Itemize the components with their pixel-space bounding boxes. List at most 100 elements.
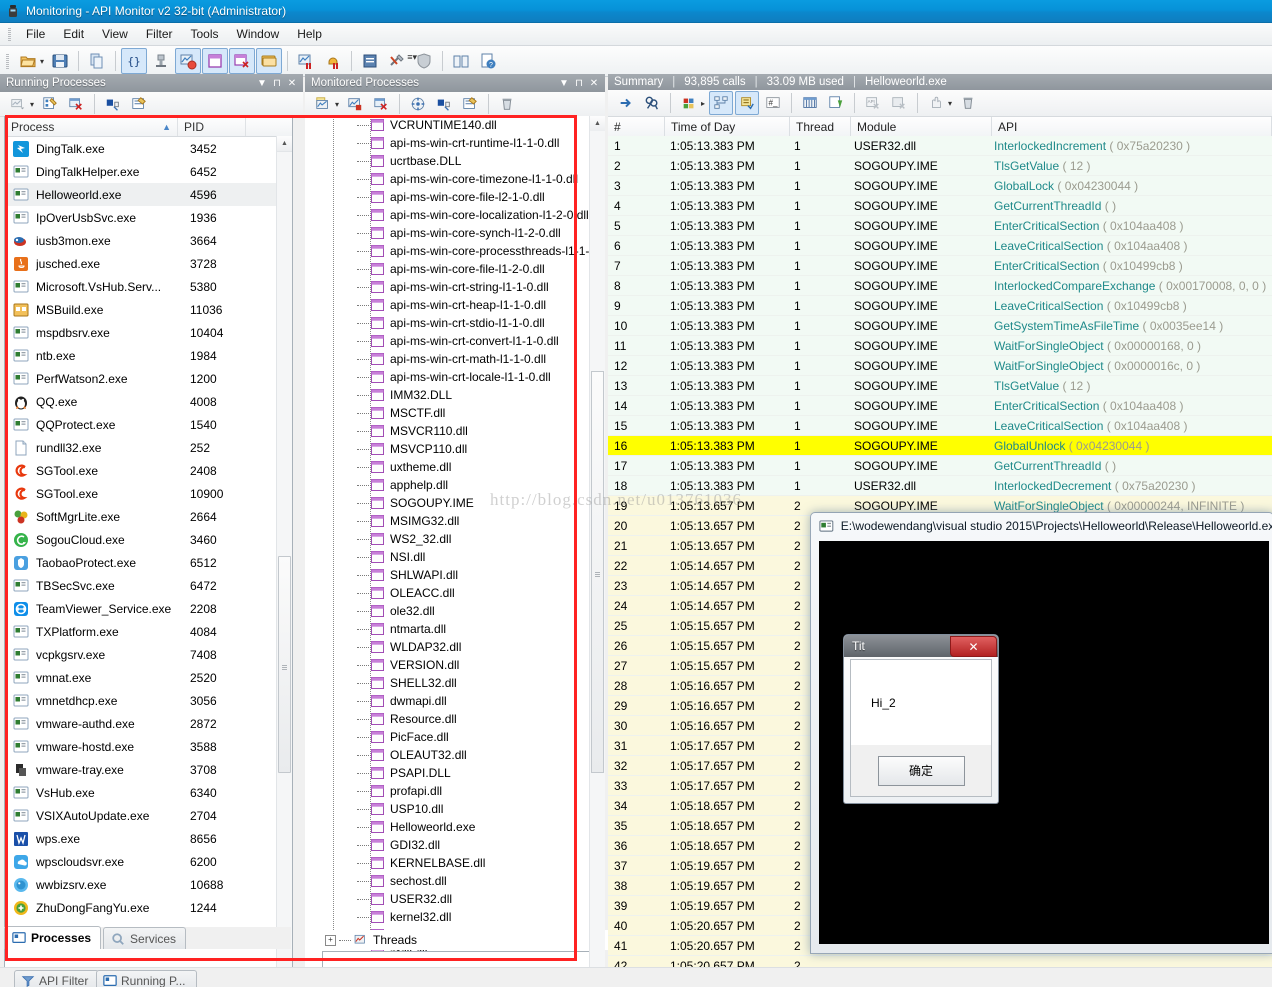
module-row[interactable]: SOGOUPY.IME: [305, 494, 590, 512]
module-row[interactable]: OLEAUT32.dll: [305, 746, 590, 764]
table-row[interactable]: 10 1:05:13.383 PM 1 SOGOUPY.IME GetSystemTim…: [608, 316, 1272, 336]
module-row[interactable]: Resource.dll: [305, 710, 590, 728]
color-icon[interactable]: [677, 91, 701, 115]
process-row[interactable]: wwbizsrv.exe 10688: [5, 873, 292, 896]
window-icon[interactable]: [202, 48, 229, 74]
module-row[interactable]: api-ms-win-core-synch-l1-2-0.dll: [305, 224, 590, 242]
module-row[interactable]: USER32.dll: [305, 890, 590, 908]
help-icon[interactable]: ?: [475, 48, 501, 74]
module-row[interactable]: apphelp.dll: [305, 476, 590, 494]
menu-grip[interactable]: [8, 27, 11, 41]
toolbar-overflow-icon[interactable]: ≡▾: [407, 52, 417, 63]
module-row[interactable]: ntmarta.dll: [305, 620, 590, 638]
column-module[interactable]: Module: [851, 117, 992, 137]
table-row[interactable]: 7 1:05:13.383 PM 1 SOGOUPY.IME EnterCritical…: [608, 256, 1272, 276]
table-row[interactable]: 2 1:05:13.383 PM 1 SOGOUPY.IME TlsGetValue (…: [608, 156, 1272, 176]
save-icon[interactable]: [47, 48, 73, 74]
module-row[interactable]: api-ms-win-core-processthreads-l1-1-1: [305, 242, 590, 260]
breakpoint-icon[interactable]: [293, 48, 319, 74]
module-row[interactable]: ole32.dll: [305, 602, 590, 620]
process-row[interactable]: mspdbsrv.exe 10404: [5, 321, 292, 344]
module-row[interactable]: dwmapi.dll: [305, 692, 590, 710]
module-row[interactable]: SHELL32.dll: [305, 674, 590, 692]
module-row[interactable]: KERNELBASE.dll: [305, 854, 590, 872]
find-icon[interactable]: [640, 91, 664, 115]
scroll-thumb[interactable]: [591, 371, 604, 773]
table-row[interactable]: 11 1:05:13.383 PM 1 SOGOUPY.IME WaitForSingl…: [608, 336, 1272, 356]
process-row[interactable]: TXPlatform.exe 4084: [5, 620, 292, 643]
table-row[interactable]: 3 1:05:13.383 PM 1 SOGOUPY.IME GlobalLock ( …: [608, 176, 1272, 196]
api-capture-icon[interactable]: API: [861, 91, 885, 115]
process-row[interactable]: vmware-tray.exe 3708: [5, 758, 292, 781]
column-time-of-day[interactable]: Time of Day: [665, 117, 790, 137]
message-box[interactable]: Tit ✕ Hi_2 确定: [843, 634, 999, 804]
process-row[interactable]: MSBuild.exe 11036: [5, 298, 292, 321]
module-row[interactable]: NSI.dll: [305, 548, 590, 566]
properties-icon[interactable]: [458, 93, 482, 115]
table-row[interactable]: 14 1:05:13.383 PM 1 SOGOUPY.IME EnterCritica…: [608, 396, 1272, 416]
book-icon[interactable]: [448, 48, 474, 74]
process-row[interactable]: TBSecSvc.exe 6472: [5, 574, 292, 597]
module-row[interactable]: api-ms-win-crt-heap-l1-1-0.dll: [305, 296, 590, 314]
process-row[interactable]: DingTalk.exe 3452: [5, 137, 292, 160]
process-row[interactable]: SogouCloud.exe 3460: [5, 528, 292, 551]
scroll-up-icon[interactable]: ▲: [277, 136, 292, 152]
monitor-icon[interactable]: [6, 93, 30, 115]
menu-view[interactable]: View: [93, 25, 137, 43]
process-row[interactable]: rundll32.exe 252: [5, 436, 292, 459]
number-icon[interactable]: #_: [761, 91, 785, 115]
columns-icon[interactable]: [432, 93, 456, 115]
monitor-dropdown-caret[interactable]: ▾: [30, 100, 34, 109]
pane-menu-icon[interactable]: ▼: [255, 76, 269, 90]
module-row[interactable]: api-ms-win-crt-locale-l1-1-0.dll: [305, 368, 590, 386]
process-row[interactable]: IpOverUsbSvc.exe 1936: [5, 206, 292, 229]
module-row[interactable]: api-ms-win-core-timezone-l1-1-0.dll: [305, 170, 590, 188]
column-pid[interactable]: PID: [178, 117, 246, 136]
properties-icon[interactable]: [38, 93, 62, 115]
table-row[interactable]: 13 1:05:13.383 PM 1 SOGOUPY.IME TlsGetValue …: [608, 376, 1272, 396]
alert-icon[interactable]: [320, 48, 346, 74]
module-row[interactable]: MSCTF.dll: [305, 404, 590, 422]
module-row[interactable]: api-ms-win-crt-stdio-l1-1-0.dll: [305, 314, 590, 332]
column-thread[interactable]: Thread: [790, 117, 851, 137]
tab-running-processes[interactable]: Running P...: [96, 970, 197, 987]
process-row[interactable]: ntb.exe 1984: [5, 344, 292, 367]
remove-process-icon[interactable]: [369, 93, 393, 115]
close-icon[interactable]: ✕: [950, 636, 997, 657]
module-row[interactable]: SHLWAPI.dll: [305, 566, 590, 584]
table-row[interactable]: 6 1:05:13.383 PM 1 SOGOUPY.IME LeaveCritical…: [608, 236, 1272, 256]
module-row[interactable]: sechost.dll: [305, 872, 590, 890]
window-close-icon[interactable]: [229, 48, 256, 74]
tree-icon[interactable]: [709, 91, 734, 115]
table-row[interactable]: 18 1:05:13.383 PM 1 USER32.dll InterlockedDe…: [608, 476, 1272, 496]
module-row[interactable]: Helloweorld.exe: [305, 818, 590, 836]
table-row[interactable]: 5 1:05:13.383 PM 1 SOGOUPY.IME EnterCritical…: [608, 216, 1272, 236]
close-icon[interactable]: ✕: [285, 76, 299, 90]
module-row[interactable]: PSAPI.DLL: [305, 764, 590, 782]
braces-icon[interactable]: {}: [121, 48, 148, 74]
open-dropdown-caret[interactable]: ▾: [40, 57, 44, 66]
table-row[interactable]: 17 1:05:13.383 PM 1 SOGOUPY.IME GetCurrentTh…: [608, 456, 1272, 476]
table-row[interactable]: 1 1:05:13.383 PM 1 USER32.dll InterlockedInc…: [608, 136, 1272, 156]
module-tree[interactable]: VCRUNTIME140.dll api-ms-win-crt-runtime-l…: [305, 116, 590, 987]
module-row[interactable]: api-ms-win-core-file-l2-1-0.dll: [305, 188, 590, 206]
process-row[interactable]: VsHub.exe 6340: [5, 781, 292, 804]
remove-icon[interactable]: [64, 93, 88, 115]
tab-services[interactable]: Services: [103, 927, 187, 949]
module-row[interactable]: ucrtbase.DLL: [305, 152, 590, 170]
module-row[interactable]: api-ms-win-crt-convert-l1-1-0.dll: [305, 332, 590, 350]
pin-icon[interactable]: ⊓: [572, 76, 586, 90]
process-row[interactable]: PerfWatson2.exe 1200: [5, 367, 292, 390]
start-monitor-icon[interactable]: [311, 93, 335, 115]
module-row[interactable]: PicFace.dll: [305, 728, 590, 746]
table-row[interactable]: 8 1:05:13.383 PM 1 SOGOUPY.IME InterlockedCo…: [608, 276, 1272, 296]
inject-icon[interactable]: [148, 48, 174, 74]
process-row[interactable]: DingTalkHelper.exe 6452: [5, 160, 292, 183]
navigate-icon[interactable]: [406, 93, 430, 115]
module-row[interactable]: uxtheme.dll: [305, 458, 590, 476]
expand-icon[interactable]: +: [325, 934, 336, 946]
process-row[interactable]: vmnat.exe 2520: [5, 666, 292, 689]
export-icon[interactable]: [824, 91, 848, 115]
module-row[interactable]: MSVCP110.dll: [305, 440, 590, 458]
module-row[interactable]: kernel32.dll: [305, 908, 590, 926]
